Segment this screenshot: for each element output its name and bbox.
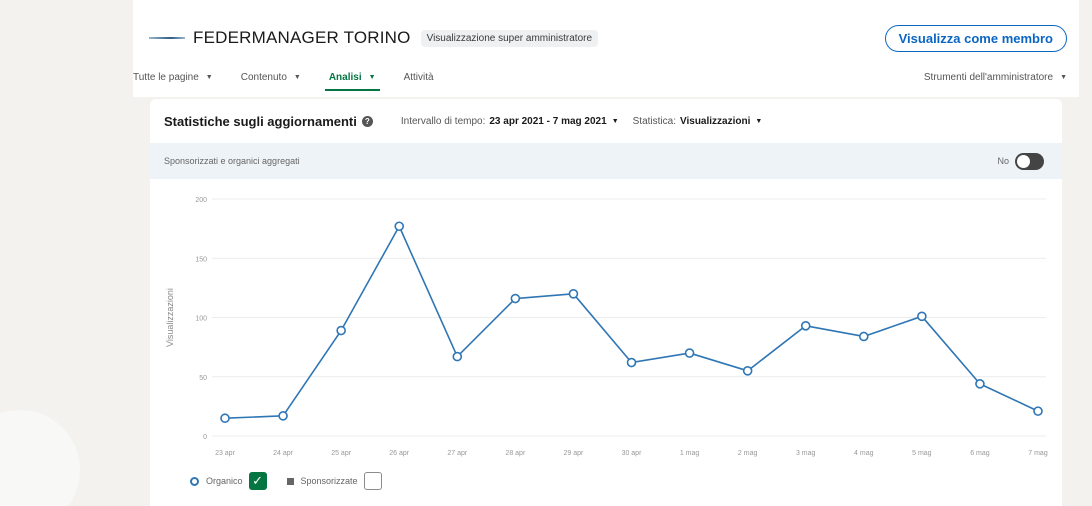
x-tick-label: 6 mag (970, 450, 990, 457)
y-tick-label: 200 (195, 197, 207, 204)
sponsored-checkbox[interactable] (363, 472, 382, 490)
data-point (336, 325, 346, 336)
data-point (1033, 406, 1043, 416)
x-tick-label: 1 mag (680, 450, 700, 457)
x-tick-label: 26 apr (389, 450, 410, 457)
x-tick-label: 4 mag (854, 450, 874, 457)
legend-sponsored-label: Sponsorizzate (300, 476, 358, 486)
data-point (568, 288, 579, 299)
x-tick-label: 25 apr (331, 450, 352, 457)
views-line-chart: 0 50 100 150 200 Visualizzazioni 23 apr 24 apr 2… (165, 197, 1048, 457)
chart-legend: Organico ✓ Sponsorizzate (190, 471, 382, 491)
x-tick-label: 27 apr (447, 450, 468, 457)
y-axis-label: Visualizzazioni (165, 288, 175, 347)
sponsored-series-marker (286, 477, 294, 485)
organic-series-marker (190, 476, 199, 486)
data-point (278, 411, 288, 421)
data-point (742, 366, 753, 376)
x-tick-label: 23 apr (215, 450, 236, 457)
x-tick-label: 7 mag (1028, 450, 1048, 457)
organic-checkbox[interactable]: ✓ (248, 472, 267, 490)
x-tick-label: 28 apr (505, 450, 526, 457)
x-tick-label: 24 apr (273, 450, 294, 457)
data-point (858, 331, 869, 342)
series-line-organic (224, 225, 1039, 420)
x-tick-label: 3 mag (796, 450, 816, 457)
x-tick-label: 5 mag (912, 450, 932, 457)
data-point (684, 348, 695, 358)
legend-organic-label: Organico (206, 476, 243, 486)
x-tick-label: 29 apr (563, 450, 584, 457)
y-tick-label: 150 (195, 256, 207, 263)
data-point (394, 221, 405, 232)
data-point (510, 293, 521, 304)
x-tick-label: 2 mag (738, 450, 758, 457)
data-point (975, 379, 985, 389)
y-tick-label: 0 (203, 434, 207, 441)
x-tick-label: 30 apr (622, 450, 643, 457)
data-point (800, 320, 811, 331)
data-point (626, 357, 637, 368)
data-point (452, 351, 463, 362)
y-tick-label: 100 (195, 316, 207, 323)
data-point (220, 413, 230, 424)
data-point (917, 311, 927, 322)
y-tick-label: 50 (199, 375, 207, 382)
